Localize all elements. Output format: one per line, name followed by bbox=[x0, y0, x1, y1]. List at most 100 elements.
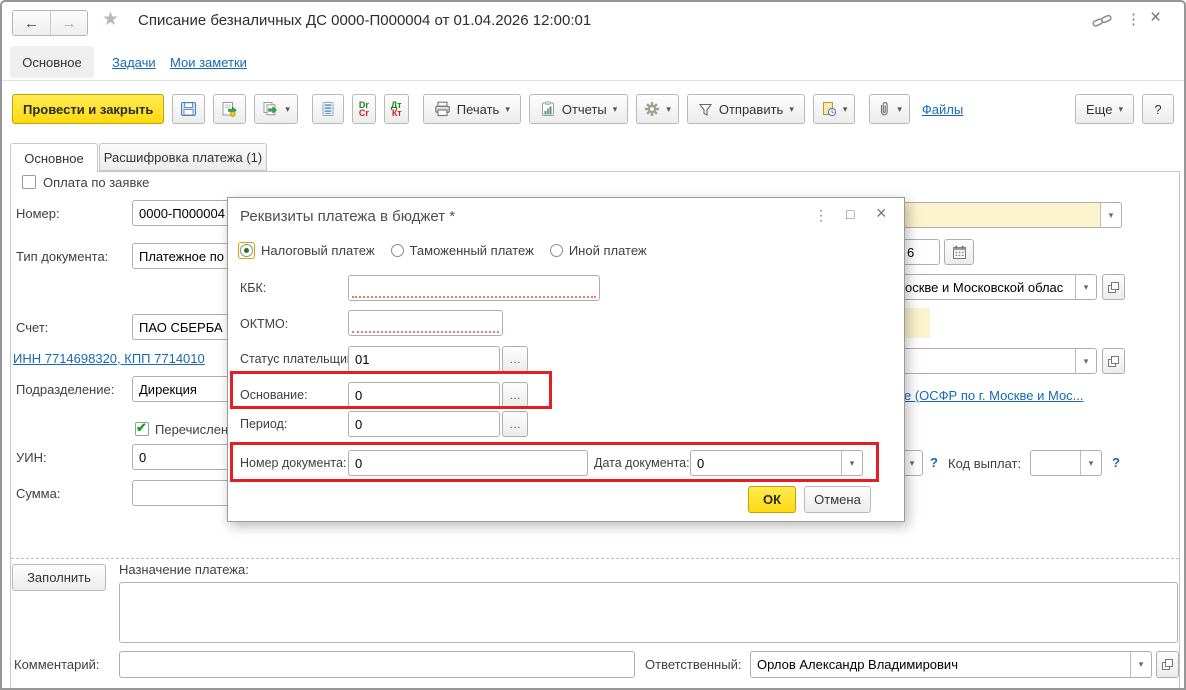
more-button[interactable]: Еще ▾ bbox=[1075, 94, 1134, 124]
dropdown-glyph: ▾ bbox=[1089, 458, 1094, 469]
kbk-input[interactable] bbox=[348, 275, 600, 301]
fill-button[interactable]: Заполнить bbox=[12, 564, 106, 591]
settings-gear-button[interactable]: ▾ bbox=[636, 94, 679, 124]
oktmo-label: ОКТМО: bbox=[240, 317, 288, 331]
back-button[interactable]: ← bbox=[13, 11, 50, 35]
cr-label: Cr bbox=[359, 109, 369, 117]
funnel-icon bbox=[698, 102, 713, 117]
files-link[interactable]: Файлы bbox=[922, 102, 963, 117]
pay-on-request-checkbox[interactable] bbox=[22, 175, 36, 189]
dialog-close-icon[interactable]: × bbox=[876, 203, 887, 224]
nav-tab-main[interactable]: Основное bbox=[10, 46, 94, 78]
attachments-button[interactable]: ▾ bbox=[869, 94, 910, 124]
reports-button[interactable]: Отчеты ▾ bbox=[529, 94, 628, 124]
radio-customs-payment[interactable]: Таможенный платеж bbox=[391, 243, 534, 258]
doc-tab-payment-breakdown[interactable]: Расшифровка платежа (1) bbox=[99, 143, 267, 171]
doc-tab-main[interactable]: Основное bbox=[10, 143, 98, 172]
open-icon bbox=[1161, 658, 1174, 671]
doc-date-input[interactable]: 0 ▾ bbox=[690, 450, 863, 476]
post-and-close-button[interactable]: Провести и закрыть bbox=[12, 94, 164, 124]
radio-other-payment[interactable]: Иной платеж bbox=[550, 243, 647, 258]
ok-button[interactable]: ОК bbox=[748, 486, 796, 513]
dialog-title: Реквизиты платежа в бюджет * bbox=[240, 208, 455, 225]
save-icon bbox=[180, 101, 197, 117]
account-value: ПАО СБЕРБА bbox=[139, 320, 223, 335]
close-glyph: × bbox=[1150, 7, 1161, 28]
favorite-star-icon[interactable]: ★ bbox=[102, 8, 119, 31]
dropdown-arrow[interactable]: ▾ bbox=[1100, 203, 1121, 227]
required-field-marker bbox=[352, 296, 596, 298]
register-records-button[interactable] bbox=[312, 94, 344, 124]
footer-divider bbox=[11, 558, 1179, 559]
payer-status-select-button[interactable]: … bbox=[502, 346, 528, 372]
more-dropdown-icon: ▾ bbox=[1118, 104, 1123, 115]
debit-credit-en-button[interactable]: Dr Cr bbox=[352, 94, 376, 124]
ok-label: ОК bbox=[763, 492, 781, 507]
schedule-document-button[interactable]: ▾ bbox=[813, 94, 856, 124]
dropdown-arrow[interactable]: ▾ bbox=[1075, 275, 1096, 299]
kt-label: Кт bbox=[392, 109, 402, 117]
kebab-glyph: ⋮ bbox=[1126, 11, 1141, 28]
get-link-icon[interactable] bbox=[1092, 13, 1113, 29]
dropdown-glyph: ▾ bbox=[910, 458, 915, 469]
responsible-input[interactable]: Орлов Александр Владимирович ▾ bbox=[750, 651, 1152, 678]
print-button[interactable]: Печать ▾ bbox=[423, 94, 521, 124]
comment-input[interactable] bbox=[119, 651, 635, 678]
debit-credit-ru-button[interactable]: Дт Кт bbox=[384, 94, 409, 124]
payment-purpose-textarea[interactable] bbox=[119, 582, 1178, 643]
post-document-icon bbox=[221, 101, 238, 117]
post-document-button[interactable] bbox=[213, 94, 246, 124]
forward-button[interactable]: → bbox=[50, 11, 87, 35]
department-value: Дирекция bbox=[139, 382, 197, 397]
doc-number-input[interactable]: 0 bbox=[348, 450, 588, 476]
osfr-link[interactable]: е (ОСФР по г. Москве и Мос... bbox=[904, 388, 1084, 403]
oktmo-input[interactable] bbox=[348, 310, 503, 336]
dropdown-arrow[interactable]: ▾ bbox=[1130, 652, 1151, 677]
doc-tab-payment-breakdown-label: Расшифровка платежа (1) bbox=[104, 150, 262, 165]
transferred-label: Перечислен bbox=[155, 422, 228, 437]
forward-icon: → bbox=[62, 15, 77, 32]
copy-dropdown-icon[interactable]: ▾ bbox=[285, 104, 290, 115]
period-select-button[interactable]: … bbox=[502, 411, 528, 437]
cancel-button[interactable]: Отмена bbox=[804, 486, 871, 513]
basis-select-button[interactable]: … bbox=[502, 382, 528, 408]
help-button[interactable]: ? bbox=[1142, 94, 1174, 124]
send-button[interactable]: Отправить ▾ bbox=[687, 94, 805, 124]
recipient-combo-input[interactable]: ▾ bbox=[882, 348, 1097, 374]
payer-status-input[interactable]: 01 bbox=[348, 346, 500, 372]
dialog-maximize-icon[interactable]: □ bbox=[846, 206, 854, 222]
radio-tax-payment[interactable]: Налоговый платеж bbox=[238, 242, 375, 259]
basis-input[interactable]: 0 bbox=[348, 382, 500, 408]
fill-label: Заполнить bbox=[27, 570, 91, 585]
nav-link-tasks[interactable]: Задачи bbox=[112, 55, 156, 70]
save-button[interactable] bbox=[172, 94, 205, 124]
doc-type-label: Тип документа: bbox=[16, 249, 108, 264]
dropdown-arrow[interactable]: ▾ bbox=[1075, 349, 1096, 373]
open-item-button[interactable] bbox=[1156, 651, 1179, 678]
window-kebab-menu-icon[interactable]: ⋮ bbox=[1126, 10, 1141, 28]
region-value-fragment: оскве и Московской облас bbox=[905, 280, 1063, 295]
period-value: 0 bbox=[355, 417, 362, 432]
copy-button[interactable]: ▾ bbox=[254, 94, 298, 124]
payer-status-label: Статус плательщика: bbox=[240, 352, 363, 366]
star-glyph: ★ bbox=[102, 9, 119, 30]
window-close-icon[interactable]: × bbox=[1150, 7, 1161, 29]
help-question-icon[interactable]: ? bbox=[930, 455, 938, 470]
pay-code-input[interactable]: ▾ bbox=[1030, 450, 1102, 476]
dropdown-arrow[interactable]: ▾ bbox=[1080, 451, 1101, 475]
period-input[interactable]: 0 bbox=[348, 411, 500, 437]
dropdown-glyph: ▾ bbox=[1084, 356, 1089, 367]
open-item-button[interactable] bbox=[1102, 348, 1125, 374]
payment-purpose-label: Назначение платежа: bbox=[119, 562, 249, 577]
help-question-icon[interactable]: ? bbox=[1112, 455, 1120, 470]
dropdown-arrow[interactable]: ▾ bbox=[841, 451, 862, 475]
inn-kpp-link[interactable]: ИНН 7714698320, КПП 7714010 bbox=[13, 351, 205, 366]
open-item-button[interactable] bbox=[1102, 274, 1125, 300]
transferred-checkbox[interactable]: ✔ bbox=[135, 422, 149, 436]
right-top-combo-input[interactable]: ▾ bbox=[882, 202, 1122, 228]
calendar-button[interactable] bbox=[944, 239, 974, 265]
dialog-kebab-menu-icon[interactable]: ⋮ bbox=[814, 207, 828, 224]
region-combo-input[interactable]: оскве и Московской облас ▾ bbox=[882, 274, 1097, 300]
nav-link-notes[interactable]: Мои заметки bbox=[170, 55, 247, 70]
uin-label: УИН: bbox=[16, 450, 47, 465]
